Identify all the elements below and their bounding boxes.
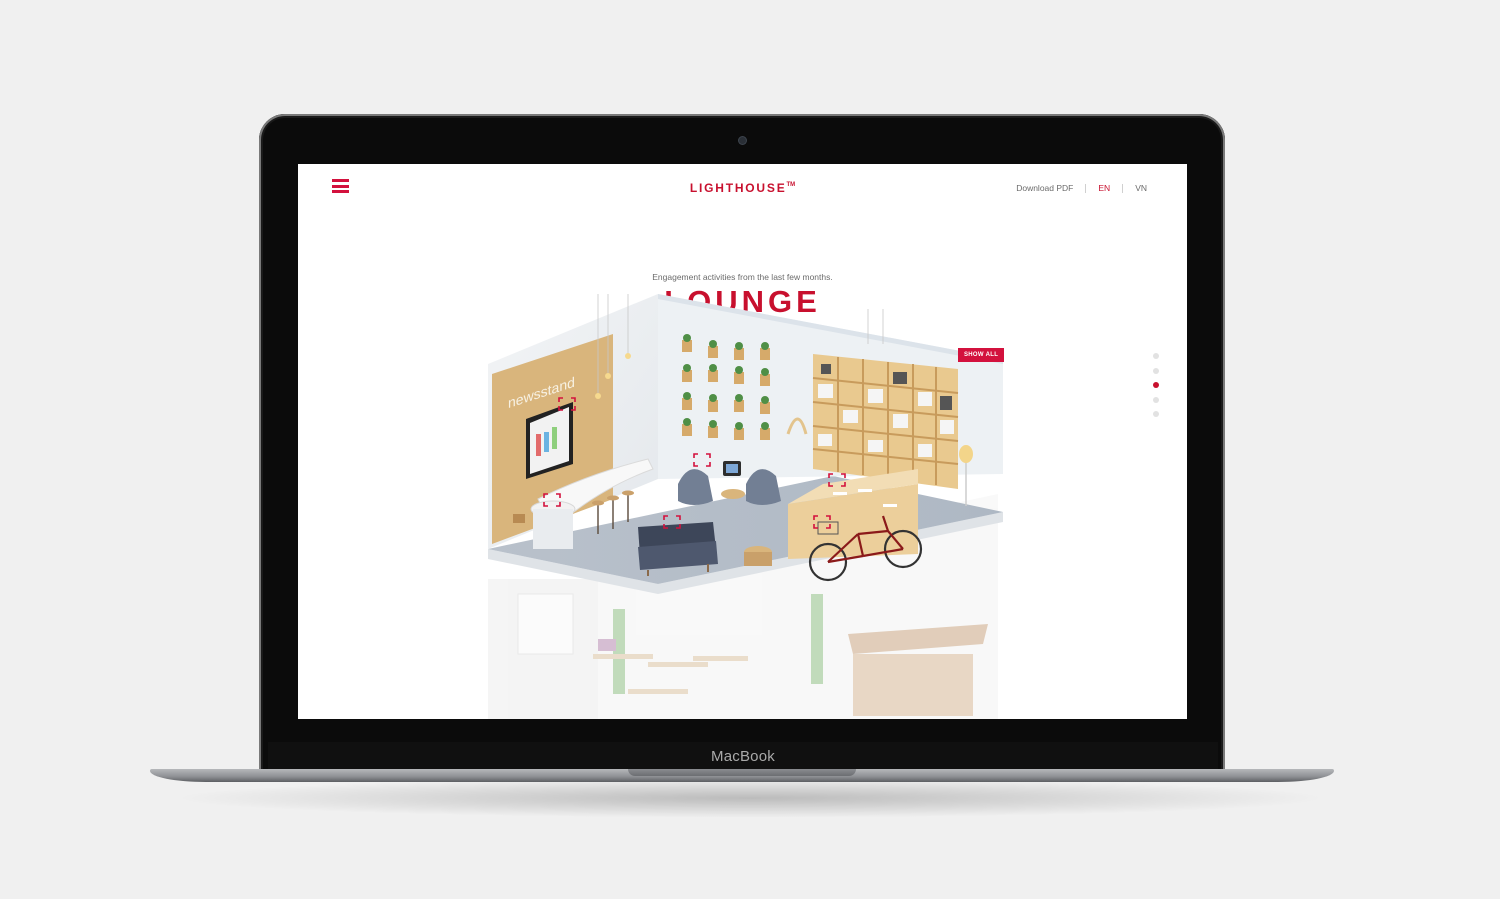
section-subtitle: Engagement activities from the last few … bbox=[652, 272, 833, 282]
section-pagination bbox=[1153, 353, 1159, 426]
laptop-brand-label: MacBook bbox=[711, 748, 775, 765]
top-nav: Download PDF EN VN bbox=[1016, 183, 1147, 193]
logo-trademark: TM bbox=[786, 182, 796, 188]
pagination-dot[interactable] bbox=[1153, 367, 1159, 374]
isometric-lounge-illustration: newsstand bbox=[488, 294, 1003, 719]
pagination-dot[interactable] bbox=[1153, 353, 1159, 359]
show-all-button[interactable]: SHOW ALL bbox=[958, 348, 1005, 362]
lang-vn-link[interactable]: VN bbox=[1135, 183, 1147, 193]
laptop-shadow bbox=[170, 778, 1330, 818]
nav-divider bbox=[1085, 183, 1087, 193]
download-pdf-link[interactable]: Download PDF bbox=[1016, 183, 1073, 193]
pagination-dot[interactable] bbox=[1153, 411, 1159, 417]
screen: LIGHTHOUSETM Download PDF EN VN Engageme… bbox=[298, 164, 1187, 719]
logo-text: LIGHTHOUSE bbox=[689, 181, 787, 195]
pagination-dot[interactable] bbox=[1153, 396, 1159, 403]
webcam bbox=[739, 137, 746, 144]
pagination-dot-active[interactable] bbox=[1153, 382, 1159, 388]
nav-divider bbox=[1122, 183, 1124, 193]
bookshelf bbox=[812, 354, 959, 489]
lang-en-link[interactable]: EN bbox=[1098, 183, 1110, 193]
laptop-notch bbox=[628, 769, 856, 776]
